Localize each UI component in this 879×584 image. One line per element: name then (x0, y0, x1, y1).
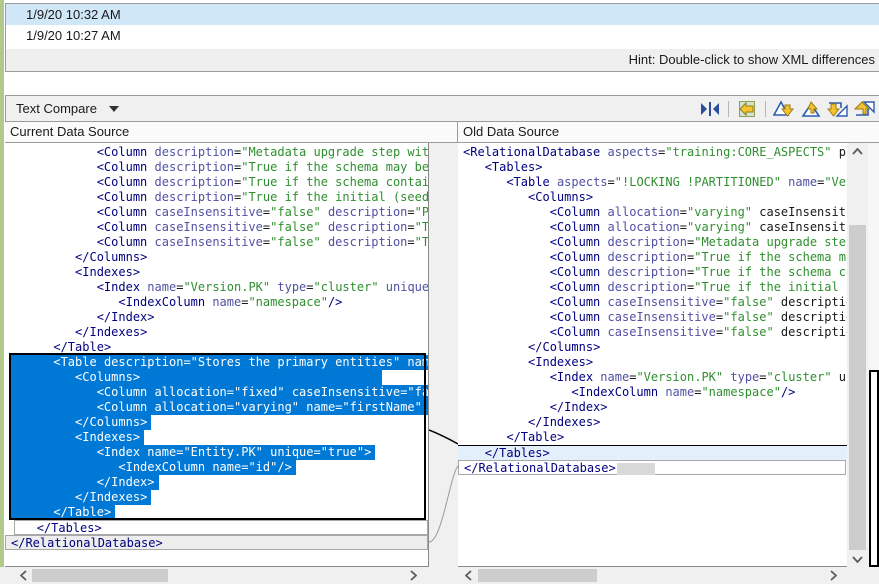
code-line[interactable]: <Index name="Entity.PK" unique="true"> (10, 445, 428, 460)
previous-change-icon[interactable] (854, 99, 876, 118)
compare-mode-dropdown[interactable]: Text Compare (6, 101, 129, 116)
code-line[interactable]: </Columns> (10, 250, 428, 265)
code-line[interactable]: <Column caseInsensitive="false" descript… (10, 205, 428, 220)
code-line[interactable]: <Tables> (463, 160, 847, 175)
hint-text: Hint: Double-click to show XML differenc… (6, 49, 879, 71)
code-line[interactable]: </RelationalDatabase> (458, 460, 846, 475)
right-pane-hscroll-thumb[interactable] (478, 569, 597, 582)
pane-headers: Current Data Source Old Data Source (5, 122, 879, 143)
code-line[interactable]: <Column caseInsensitive="false" descript… (10, 235, 428, 250)
code-line[interactable]: <Column description="Metadata upgrade st… (10, 145, 428, 160)
history-row[interactable]: 1/9/20 10:32 AM (6, 4, 879, 25)
code-line[interactable] (463, 535, 847, 550)
compare-mode-label: Text Compare (16, 101, 97, 116)
current-source-editor[interactable]: <Column description="Metadata upgrade st… (5, 143, 429, 567)
code-line[interactable]: <Column description="True if the initial… (10, 190, 428, 205)
code-line[interactable]: </Indexes> (10, 490, 428, 505)
code-line[interactable]: <Column caseInsensitive="false" descript… (463, 295, 847, 310)
code-line[interactable]: </Table> (463, 430, 847, 445)
code-line[interactable]: </Table> (10, 340, 428, 355)
code-line[interactable]: <Indexes> (10, 430, 428, 445)
code-line[interactable]: <Column allocation="varying" caseInsensi… (463, 220, 847, 235)
code-line[interactable]: </Index> (463, 400, 847, 415)
code-line[interactable]: <Column description="True if the schema … (10, 160, 428, 175)
code-line[interactable]: </Indexes> (10, 325, 428, 340)
diff-overview-marker[interactable] (869, 370, 879, 567)
right-pane-scroll-left-icon[interactable] (461, 568, 475, 583)
code-line[interactable]: </Table> (10, 505, 428, 520)
code-line[interactable]: <Column allocation="fixed" caseInsensiti… (10, 385, 428, 400)
swap-left-and-right-icon[interactable] (699, 99, 721, 118)
code-line[interactable]: <Column description="True if the initial… (463, 280, 847, 295)
code-line[interactable]: <Indexes> (463, 355, 847, 370)
code-line[interactable]: <Column allocation="varying" name="first… (10, 400, 428, 415)
code-line[interactable] (10, 550, 428, 565)
right-pane-title: Old Data Source (463, 124, 559, 139)
toolbar-separator (728, 101, 729, 117)
code-line[interactable]: <Column allocation="varying" caseInsensi… (463, 205, 847, 220)
pane-divider (457, 122, 458, 143)
diff-overview-ruler[interactable] (868, 143, 879, 567)
code-line[interactable]: </Tables> (14, 520, 428, 535)
previous-difference-icon[interactable] (800, 99, 822, 118)
history-list: 1/9/20 10:32 AM 1/9/20 10:27 AM Hint: Do… (5, 3, 879, 72)
code-line[interactable] (463, 490, 847, 505)
diff-connector-curves (429, 143, 458, 567)
left-pane-scroll-right-icon[interactable] (406, 568, 420, 583)
copy-all-right-to-left-icon[interactable] (736, 99, 758, 118)
old-source-editor[interactable]: <RelationalDatabase aspects="training:CO… (458, 143, 847, 567)
code-line[interactable]: <Columns> (463, 190, 847, 205)
right-pane-scroll-right-icon[interactable] (826, 568, 840, 583)
window-edge-strip (0, 0, 4, 584)
chevron-down-icon (109, 106, 119, 112)
scroll-down-icon[interactable] (847, 552, 868, 567)
code-line[interactable]: <Column description="True if the schema … (10, 175, 428, 190)
code-line[interactable]: <Index name="Version.PK" type="cluster" … (10, 280, 428, 295)
code-line[interactable]: </Columns> (10, 415, 428, 430)
empty-range-marker (617, 463, 655, 475)
code-line[interactable]: </Index> (10, 310, 428, 325)
horizontal-scrollbars (0, 567, 879, 584)
code-line[interactable]: </Indexes> (463, 415, 847, 430)
left-pane-title: Current Data Source (10, 124, 129, 139)
diff-connector-gutter (429, 143, 458, 567)
left-pane-hscroll-thumb[interactable] (32, 569, 168, 582)
code-line[interactable]: <Column caseInsensitive="false" descript… (463, 310, 847, 325)
vertical-scrollbar-thumb[interactable] (849, 225, 866, 550)
code-line[interactable]: <RelationalDatabase aspects="training:CO… (463, 145, 847, 160)
code-line[interactable]: <Table aspects="!LOCKING !PARTITIONED" n… (463, 175, 847, 190)
code-line[interactable]: <Column caseInsensitive="false" descript… (463, 325, 847, 340)
toolbar-separator (765, 101, 766, 117)
code-line[interactable] (463, 475, 847, 490)
code-line[interactable]: </RelationalDatabase> (5, 535, 428, 550)
code-line[interactable]: </Columns> (463, 340, 847, 355)
next-change-icon[interactable] (827, 99, 849, 118)
code-line[interactable]: <IndexColumn name="namespace"/> (10, 295, 428, 310)
code-line[interactable]: <Column description="Metadata upgrade st… (463, 235, 847, 250)
left-pane-scroll-left-icon[interactable] (16, 568, 30, 583)
code-line[interactable]: <Table description="Stores the primary e… (10, 355, 428, 370)
next-difference-icon[interactable] (773, 99, 795, 118)
code-line[interactable]: <Indexes> (10, 265, 428, 280)
compare-toolbar: Text Compare (5, 95, 879, 122)
code-line[interactable]: </Index> (10, 475, 428, 490)
scroll-up-icon[interactable] (847, 144, 868, 159)
code-line[interactable]: <Columns> (10, 370, 428, 385)
code-line[interactable]: <IndexColumn name="id"/> (10, 460, 428, 475)
code-line[interactable]: </Tables> (458, 445, 847, 460)
code-line[interactable] (463, 505, 847, 520)
code-line[interactable]: <Column description="True if the schema … (463, 250, 847, 265)
history-row[interactable]: 1/9/20 10:27 AM (6, 25, 879, 46)
code-line[interactable] (463, 520, 847, 535)
code-line[interactable]: <Column description="True if the schema … (463, 265, 847, 280)
vertical-scrollbar[interactable] (847, 143, 868, 567)
code-line[interactable]: <IndexColumn name="namespace"/> (463, 385, 847, 400)
code-line[interactable]: <Column caseInsensitive="false" descript… (10, 220, 428, 235)
code-line[interactable]: <Index name="Version.PK" type="cluster" … (463, 370, 847, 385)
